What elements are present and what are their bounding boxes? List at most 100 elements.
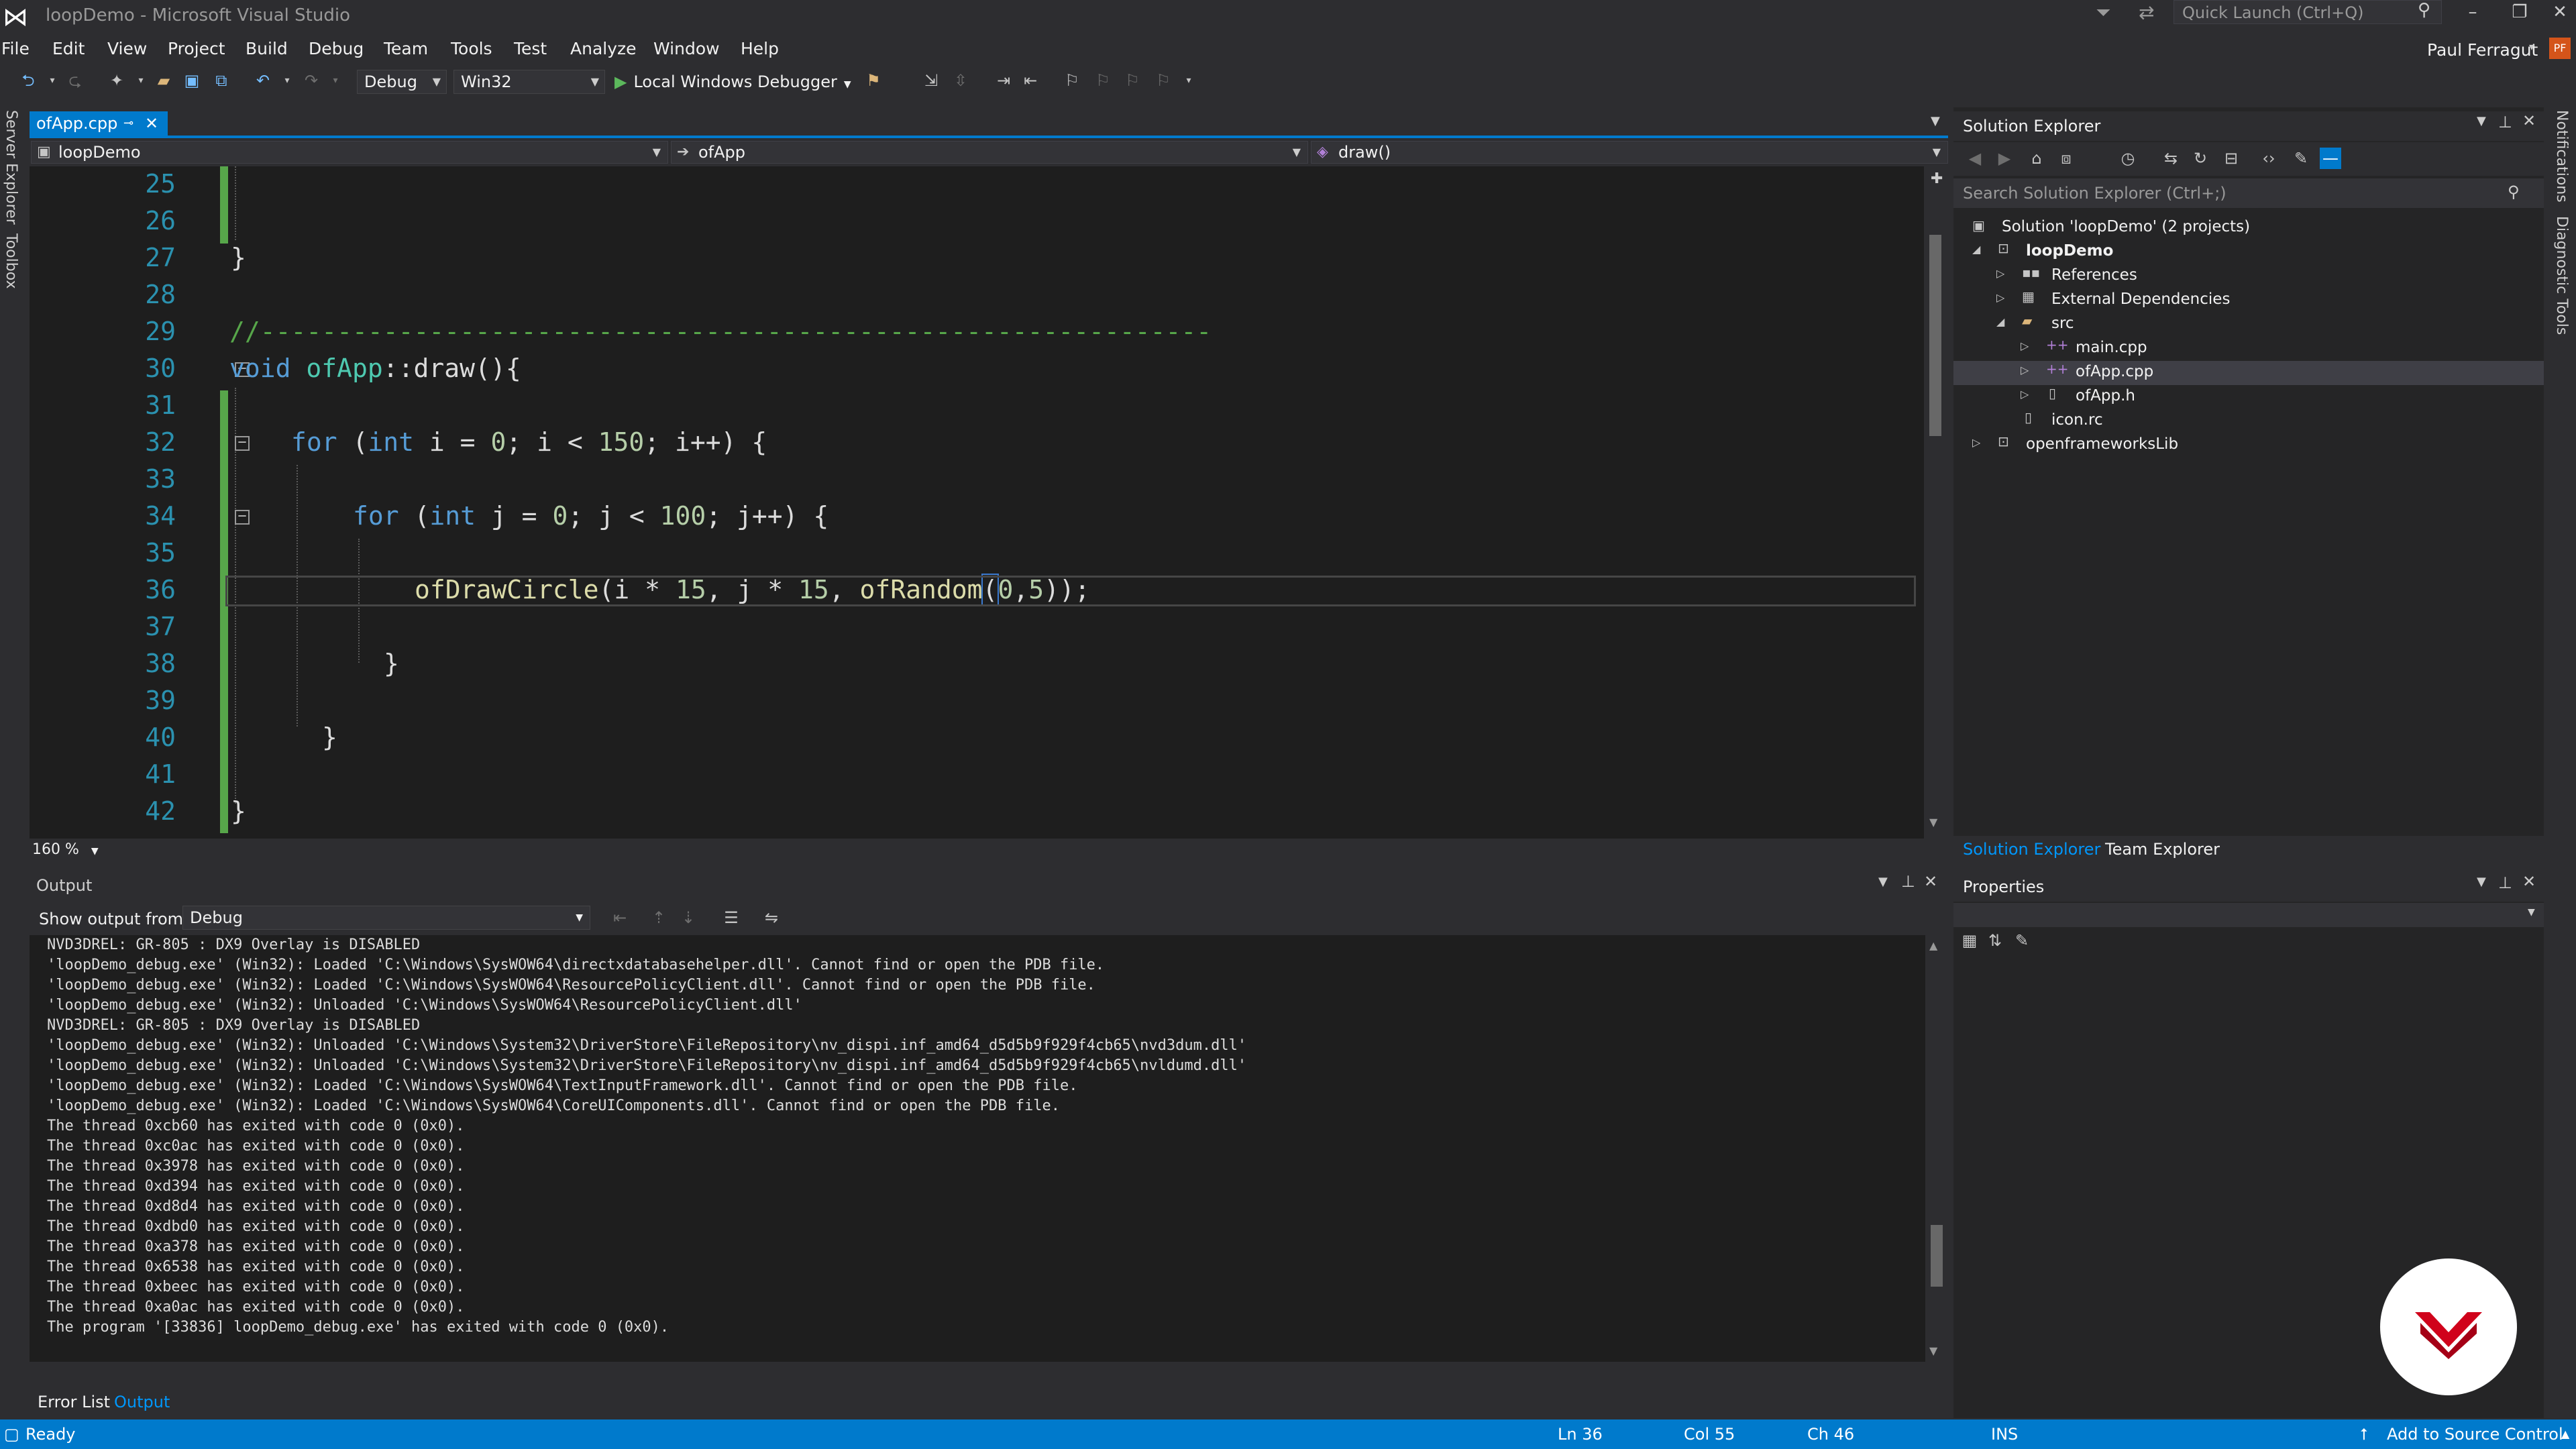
properties-object-select[interactable]: [1953, 903, 2544, 927]
home-icon[interactable]: ⌂: [2026, 148, 2047, 169]
close-panel-icon[interactable]: ✕: [1924, 872, 1937, 891]
output-source-select[interactable]: Debug ▼: [182, 906, 590, 930]
menu-test[interactable]: Test: [514, 39, 547, 58]
tab-ofapp-cpp[interactable]: ofApp.cpp ⊸ ✕: [30, 111, 168, 136]
menu-project[interactable]: Project: [168, 39, 225, 58]
sync-icon[interactable]: ⇆: [2160, 148, 2182, 169]
step-into-icon[interactable]: ⇳: [950, 70, 971, 91]
solution-platform-select[interactable]: Win32 ▼: [453, 70, 605, 94]
menu-tools[interactable]: Tools: [451, 39, 492, 58]
account-dropdown-icon[interactable]: ▾: [2529, 40, 2534, 53]
properties-wrench-icon[interactable]: ✎: [2290, 148, 2312, 169]
chevron-down-icon[interactable]: ▼: [2528, 907, 2535, 918]
scroll-down-icon[interactable]: ▼: [1929, 1344, 1937, 1357]
panel-dropdown-icon[interactable]: ▼: [2477, 875, 2486, 889]
clear-bookmarks-icon[interactable]: ⚐: [1152, 70, 1174, 91]
scroll-down-icon[interactable]: ▼: [1929, 816, 1937, 828]
collapsed-arrow-icon[interactable]: ▷: [1996, 267, 2004, 280]
categorized-icon[interactable]: ▦: [1959, 930, 1980, 951]
close-panel-icon[interactable]: ✕: [2522, 872, 2536, 891]
navigate-forward-icon[interactable]: ⮎: [64, 70, 86, 91]
expanded-arrow-icon[interactable]: ◢: [1972, 243, 1980, 256]
output-scroll-thumb[interactable]: [1931, 1225, 1943, 1287]
tab-error-list[interactable]: Error List: [38, 1393, 110, 1411]
menu-team[interactable]: Team: [384, 39, 428, 58]
clear-all-icon[interactable]: ☰: [720, 907, 742, 928]
class-scope-select[interactable]: ➔ ofApp ▼: [671, 141, 1308, 164]
close-window-button[interactable]: ✕: [2540, 0, 2576, 24]
close-tab-icon[interactable]: ✕: [145, 111, 158, 136]
menu-analyze[interactable]: Analyze: [570, 39, 637, 58]
tree-item-openframeworkslib[interactable]: openframeworksLib: [2026, 432, 2178, 456]
search-icon[interactable]: ⚲: [2418, 0, 2430, 20]
undo-dropdown-icon[interactable]: ▾: [276, 70, 298, 91]
menu-debug[interactable]: Debug: [309, 39, 364, 58]
next-bookmark-icon[interactable]: ⚐: [1122, 70, 1143, 91]
output-vertical-scrollbar[interactable]: [1925, 935, 1948, 1362]
user-account-name[interactable]: Paul Ferragut: [2427, 40, 2538, 60]
alphabetical-icon[interactable]: ⇅: [1984, 930, 2006, 951]
word-wrap-icon[interactable]: ⇋: [761, 907, 782, 928]
tab-overflow-dropdown-icon[interactable]: ▼: [1931, 114, 1940, 128]
view-code-icon[interactable]: ‹›: [2258, 148, 2279, 169]
collapse-icon[interactable]: −: [235, 435, 250, 451]
step-over-icon[interactable]: ⇲: [920, 70, 942, 91]
search-icon[interactable]: ⚲: [2508, 182, 2520, 201]
pin-icon[interactable]: ⊸: [123, 111, 133, 136]
collapsed-arrow-icon[interactable]: ▷: [2021, 364, 2029, 376]
collapse-all-icon[interactable]: ⊟: [2220, 148, 2242, 169]
menu-window[interactable]: Window: [653, 39, 720, 58]
tree-item-ofapp-cpp[interactable]: ofApp.cpp: [2076, 360, 2153, 384]
forward-icon[interactable]: ▶: [1994, 148, 2015, 169]
preview-selected-icon[interactable]: —: [2320, 148, 2341, 169]
panel-dropdown-icon[interactable]: ▼: [2477, 114, 2486, 128]
menu-file[interactable]: File: [1, 39, 30, 58]
editor-scroll-thumb[interactable]: [1929, 235, 1941, 436]
zoom-select[interactable]: 160 % ▼: [32, 840, 113, 860]
pin-icon[interactable]: ⊥: [2498, 873, 2512, 892]
maximize-button[interactable]: ❐: [2500, 0, 2540, 24]
toolbox-tab[interactable]: Toolbox: [3, 233, 19, 289]
new-project-icon[interactable]: ✦: [106, 70, 127, 91]
output-horizontal-scrollbar[interactable]: [30, 1362, 1948, 1386]
chevron-up-icon[interactable]: ▲: [2561, 1419, 2569, 1449]
add-to-source-control-button[interactable]: Add to Source Control: [2387, 1419, 2563, 1449]
tree-item-solution[interactable]: Solution 'loopDemo' (2 projects): [2002, 215, 2250, 239]
browser-link-icon[interactable]: ⚑: [863, 70, 884, 91]
tab-output[interactable]: Output: [114, 1393, 170, 1411]
collapsed-arrow-icon[interactable]: ▷: [1996, 291, 2004, 304]
server-explorer-tab[interactable]: Server Explorer: [3, 110, 19, 225]
switch-views-icon[interactable]: ⧈: [2055, 148, 2077, 169]
tab-solution-explorer[interactable]: Solution Explorer: [1963, 840, 2100, 859]
find-message-icon[interactable]: ⇤: [609, 907, 631, 928]
close-panel-icon[interactable]: ✕: [2522, 111, 2536, 130]
bookmark-icon[interactable]: ⚐: [1061, 70, 1083, 91]
collapsed-arrow-icon[interactable]: ▷: [2021, 339, 2029, 352]
menu-edit[interactable]: Edit: [52, 39, 85, 58]
pending-changes-icon[interactable]: ◷: [2117, 148, 2139, 169]
start-debugging-button[interactable]: ▶ Local Windows Debugger ▼: [614, 70, 851, 94]
tree-item-main-cpp[interactable]: main.cpp: [2076, 335, 2147, 360]
tree-item-external-dependencies[interactable]: External Dependencies: [2051, 287, 2230, 311]
undo-icon[interactable]: ↶: [252, 70, 274, 91]
outdent-icon[interactable]: ⇤: [1020, 70, 1041, 91]
next-message-icon[interactable]: ⇣: [678, 907, 699, 928]
source-control-up-icon[interactable]: ⭡: [2360, 1419, 2367, 1449]
feedback-filter-icon[interactable]: ⏷: [2096, 1, 2110, 24]
open-file-icon[interactable]: ▰: [153, 70, 174, 91]
project-scope-select[interactable]: ▣ loopDemo ▼: [31, 141, 668, 164]
pin-icon[interactable]: ⊥: [2498, 113, 2512, 131]
notifications-tab[interactable]: Notifications: [2553, 110, 2570, 203]
save-icon[interactable]: ▣: [181, 70, 203, 91]
diagnostic-tools-tab[interactable]: Diagnostic Tools: [2553, 216, 2570, 335]
previous-bookmark-icon[interactable]: ⚐: [1092, 70, 1114, 91]
indent-icon[interactable]: ⇥: [993, 70, 1014, 91]
tree-item-icon-rc[interactable]: icon.rc: [2051, 408, 2103, 432]
redo-icon[interactable]: ↷: [301, 70, 322, 91]
back-icon[interactable]: ◀: [1964, 148, 1986, 169]
collapsed-arrow-icon[interactable]: ▷: [2021, 388, 2029, 400]
code-editor[interactable]: 25 26 27 28 29 30 31 32 33 34 35 36 37 3…: [30, 166, 1929, 839]
menu-help[interactable]: Help: [741, 39, 779, 58]
new-dropdown-icon[interactable]: ▾: [130, 70, 152, 91]
redo-dropdown-icon[interactable]: ▾: [325, 70, 346, 91]
